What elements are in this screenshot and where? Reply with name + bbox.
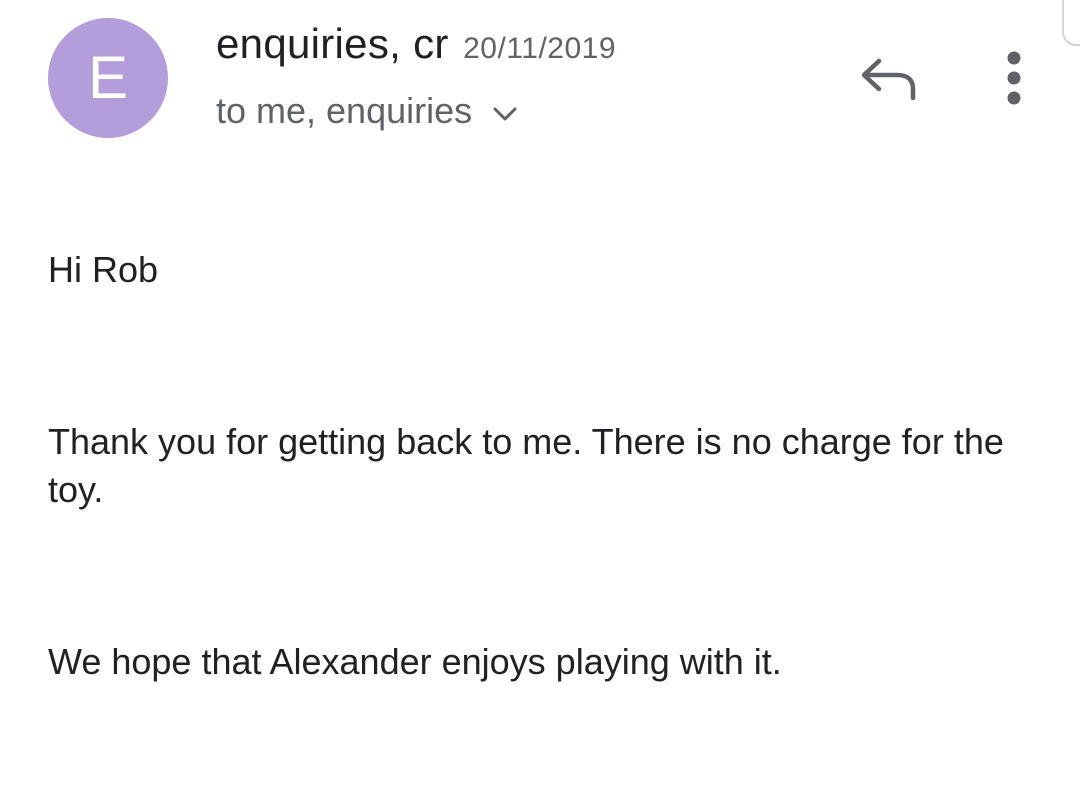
avatar-letter: E xyxy=(87,44,129,111)
screen-corner-frame xyxy=(1062,0,1080,46)
more-options-button[interactable] xyxy=(988,46,1040,110)
chevron-down-icon[interactable] xyxy=(492,95,518,127)
message-paragraph: Thank you for getting back to me. There … xyxy=(48,421,1004,510)
avatar[interactable]: E xyxy=(48,18,168,138)
reply-button[interactable] xyxy=(852,48,924,108)
recipients-toggle[interactable]: to me, enquiries xyxy=(216,90,518,132)
message-paragraph: We hope that Alexander enjoys playing wi… xyxy=(48,641,782,682)
recipients-text: to me, enquiries xyxy=(216,90,473,131)
reply-arrow-icon xyxy=(861,58,916,100)
sender-name[interactable]: enquiries, cr xyxy=(216,20,449,67)
sender-line: enquiries, cr 20/11/2019 xyxy=(216,20,616,68)
message-greeting: Hi Rob xyxy=(48,249,159,290)
more-vertical-icon xyxy=(1007,51,1021,105)
sent-date: 20/11/2019 xyxy=(463,32,617,65)
